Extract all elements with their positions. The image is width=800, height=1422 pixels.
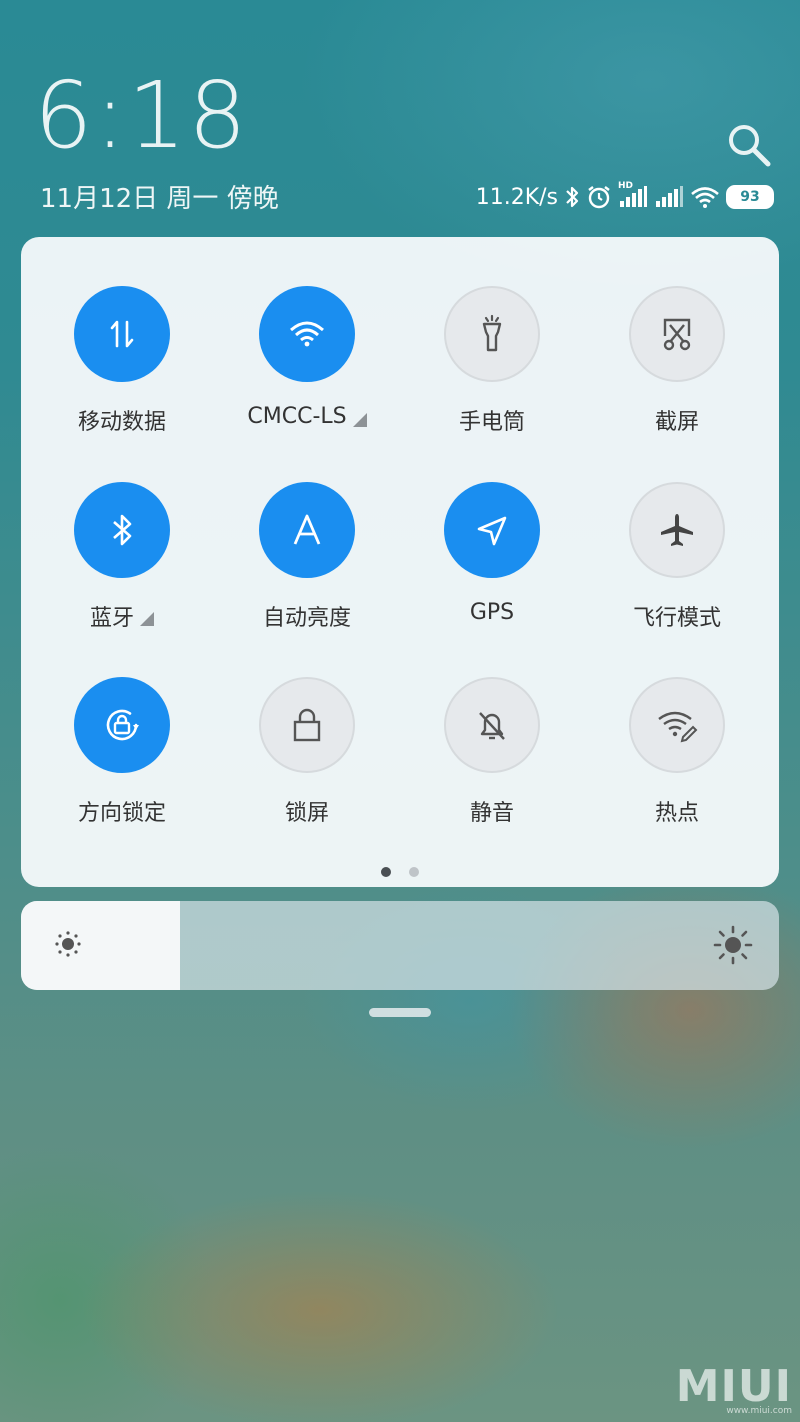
brightness-slider[interactable] [21,901,779,990]
toggle-label: 热点 [654,801,699,826]
toggle-label: 蓝牙 [89,606,134,631]
toggle-rotation-lock-button[interactable] [74,677,170,773]
toggle-mute[interactable]: 静音 [402,677,582,827]
toggle-flashlight[interactable]: 手电筒 [402,286,582,436]
toggle-mute-button[interactable] [444,677,540,773]
toggle-wifi[interactable]: CMCC-LS [217,286,397,429]
toggle-hotspot[interactable]: 热点 [587,677,767,827]
toggle-gps[interactable]: GPS [402,482,582,625]
signal-icon [654,185,684,209]
quick-settings-panel: 移动数据 CMCC-LS 手电筒 截屏 蓝牙 自动亮度 GPS 飞行模式 方向锁… [21,237,779,887]
auto-brightness-icon [293,514,321,545]
toggle-label: 方向锁定 [77,801,166,826]
toggle-mobile-data-button[interactable] [74,286,170,382]
expand-indicator-icon[interactable] [352,412,367,427]
date-text[interactable]: 11月12日 周一 傍晚 [40,178,279,215]
hotspot-icon [658,711,698,743]
toggle-label: 静音 [469,801,514,826]
toggle-label: 截屏 [654,410,699,435]
toggle-label: 锁屏 [284,801,329,826]
toggle-hotspot-button[interactable] [629,677,725,773]
location-icon [477,516,507,546]
watermark: MIUI www.miui.com [676,1361,792,1416]
toggle-label: CMCC-LS [247,404,347,429]
page-indicator [21,867,779,877]
airplane-icon [661,514,693,546]
watermark-logo: MIUI [675,1361,792,1412]
toggle-screenshot-button[interactable] [629,286,725,382]
toggle-label: 自动亮度 [262,606,351,631]
toggle-mobile-data[interactable]: 移动数据 [32,286,212,436]
search-icon [729,125,771,167]
status-bar: 11.2K/s HD 93 [476,180,774,214]
screenshot-icon [663,318,691,351]
page-dot[interactable] [409,867,419,877]
clock[interactable]: 6:18 [34,62,249,169]
wifi-icon [290,321,324,347]
brightness-level-fill [21,901,181,990]
rotation-lock-icon [106,709,139,741]
bluetooth-icon [564,185,580,209]
toggle-gps-button[interactable] [444,482,540,578]
toggle-label: 手电筒 [458,410,525,435]
toggle-auto-brightness[interactable]: 自动亮度 [217,482,397,632]
toggle-lock-screen-button[interactable] [259,677,355,773]
brightness-high-icon [713,925,753,969]
search-button[interactable] [726,122,772,168]
wifi-status-icon [690,185,720,209]
signal-hd-label: HD [618,181,634,191]
toggle-bluetooth[interactable]: 蓝牙 [32,482,212,632]
toggle-label: 飞行模式 [632,606,721,631]
brightness-low-icon [53,929,83,963]
bluetooth-icon [113,514,132,546]
mobile-data-icon [110,320,134,348]
mute-bell-icon [479,712,505,740]
drag-handle[interactable] [369,1008,431,1017]
alarm-icon [586,184,612,210]
toggle-wifi-button[interactable] [259,286,355,382]
network-speed: 11.2K/s [475,184,558,210]
toggle-screenshot[interactable]: 截屏 [587,286,767,436]
toggle-auto-brightness-button[interactable] [259,482,355,578]
toggle-label: GPS [469,600,515,625]
toggle-airplane-mode-button[interactable] [629,482,725,578]
toggle-bluetooth-button[interactable] [74,482,170,578]
flashlight-icon [482,314,502,352]
lock-icon [293,708,321,742]
page-dot-active[interactable] [381,867,391,877]
toggle-label: 移动数据 [77,410,166,435]
toggle-rotation-lock[interactable]: 方向锁定 [32,677,212,827]
signal-hd-icon: HD [618,181,648,209]
battery-indicator: 93 [726,185,774,209]
expand-indicator-icon[interactable] [140,612,154,626]
toggle-airplane-mode[interactable]: 飞行模式 [587,482,767,632]
toggle-lock-screen[interactable]: 锁屏 [217,677,397,827]
toggle-flashlight-button[interactable] [444,286,540,382]
